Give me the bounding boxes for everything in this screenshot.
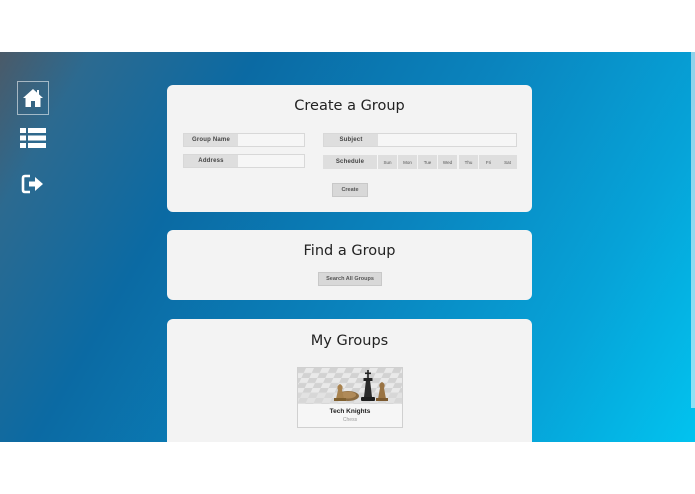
address-input[interactable] [238,155,304,167]
group-name-label: Group Name [184,134,238,146]
find-group-title: Find a Group [303,243,396,259]
create-group-title: Create a Group [294,98,405,114]
day-toggle-tue[interactable]: Tue [418,155,437,169]
app-background: Create a Group Group Name Address Subjec… [0,52,695,442]
list-icon [20,128,46,148]
address-field[interactable]: Address [183,154,305,168]
my-groups-title: My Groups [310,333,389,349]
sign-out-icon [21,174,43,194]
subject-field[interactable]: Subject [323,133,517,147]
subject-input[interactable] [378,134,516,146]
chess-pieces-image [298,368,402,404]
home-icon [23,89,43,107]
day-toggle-thu[interactable]: Thu [459,155,478,169]
create-button[interactable]: Create [332,183,368,197]
group-subject: Chess [342,417,358,423]
subject-label: Subject [324,134,378,146]
create-group-card: Create a Group Group Name Address Subjec… [167,85,532,212]
day-toggle-sat[interactable]: Sat [498,155,517,169]
day-toggle-fri[interactable]: Fri [479,155,498,169]
nav-list-button[interactable] [17,121,49,155]
schedule-label: Schedule [323,155,377,169]
scrollbar[interactable] [691,52,695,408]
nav-logout-button[interactable] [17,167,49,201]
group-name: Tech Knights [329,408,371,415]
group-card-tech-knights[interactable]: Tech Knights Chess [297,367,403,428]
address-label: Address [184,155,238,167]
day-toggle-sun[interactable]: Sun [378,155,397,169]
schedule-field: Schedule [323,155,378,169]
group-name-input[interactable] [238,134,304,146]
group-name-field[interactable]: Group Name [183,133,305,147]
nav-home-button[interactable] [17,81,49,115]
search-all-groups-button[interactable]: Search All Groups [318,272,382,286]
find-group-card: Find a Group Search All Groups [167,230,532,300]
my-groups-card: My Groups Tech Knights Chess [167,319,532,442]
day-toggle-mon[interactable]: Mon [398,155,417,169]
day-toggle-wed[interactable]: Wed [438,155,457,169]
